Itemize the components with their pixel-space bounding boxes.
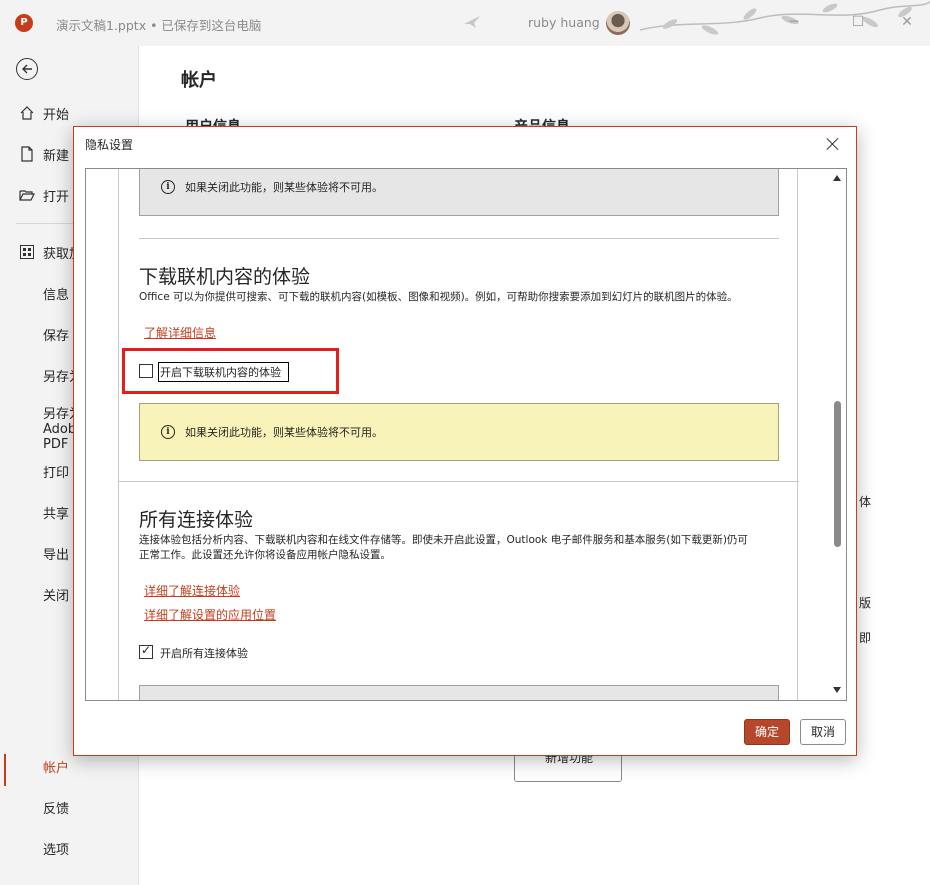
ok-button[interactable]: 确定	[744, 719, 790, 745]
minimize-icon[interactable]: ─	[784, 12, 804, 32]
info-box-warning: i 如果关闭此功能，则某些体验将不可用。	[139, 403, 779, 461]
info-box-bottom	[139, 685, 779, 700]
cancel-button[interactable]: 取消	[800, 719, 846, 745]
scroll-up-icon[interactable]	[833, 175, 841, 181]
scrollbar-thumb[interactable]	[834, 401, 841, 547]
connected-experiences-checkbox[interactable]	[139, 643, 153, 659]
background-text-fragment: 体	[859, 495, 872, 509]
sidebar-item-feedback[interactable]: 反馈	[0, 791, 139, 823]
sidebar-item-label: 关闭	[43, 589, 70, 604]
sidebar-item-label: 导出	[43, 548, 70, 563]
restore-icon[interactable]: ☐	[848, 12, 868, 32]
sidebar-item-label: 共享	[43, 507, 70, 522]
dialog-title: 隐私设置	[85, 138, 134, 152]
scroll-down-icon[interactable]	[833, 687, 841, 693]
connected-section-heading: 所有连接体验	[139, 509, 254, 531]
user-avatar[interactable]	[606, 11, 630, 35]
open-folder-icon	[19, 190, 35, 201]
addins-icon	[20, 245, 34, 259]
connected-experiences-checkbox-label[interactable]: 开启所有连接体验	[160, 645, 248, 661]
download-section-description: Office 可以为你提供可搜索、可下载的联机内容(如模板、图像和视频)。例如，…	[139, 291, 738, 303]
sidebar-item-label: 选项	[43, 843, 70, 858]
bird-icon	[464, 16, 480, 28]
close-window-icon[interactable]: ✕	[897, 12, 917, 32]
new-document-icon	[21, 146, 33, 162]
background-text-fragment: 版	[859, 596, 872, 610]
settings-scope-link[interactable]: 详细了解设置的应用位置	[144, 606, 276, 623]
sidebar-item-label: 帐户	[43, 761, 70, 776]
info-icon: i	[161, 180, 175, 194]
document-title: 演示文稿1.pptx • 已保存到这台电脑	[56, 18, 262, 33]
vertical-scrollbar[interactable]	[829, 169, 846, 700]
sidebar-item-label: 保存	[43, 329, 70, 344]
connected-experiences-link[interactable]: 详细了解连接体验	[144, 582, 240, 599]
section-divider	[139, 238, 779, 239]
sidebar-item-label: 开始	[43, 108, 70, 123]
sidebar-item-label: 反馈	[43, 802, 70, 817]
sidebar-item-options[interactable]: 选项	[0, 832, 139, 864]
info-icon: i	[161, 425, 175, 439]
learn-more-link[interactable]: 了解详细信息	[144, 324, 216, 341]
info-box-top: i 如果关闭此功能，则某些体验将不可用。	[139, 169, 779, 216]
privacy-settings-dialog: 隐私设置 i 如果关闭此功能，则某些体验将不可用。 下载联机内容的体验 Offi…	[73, 126, 857, 756]
connected-section-description-line2: 正常工作。此设置还允许你将设备应用帐户隐私设置。	[139, 549, 391, 561]
sidebar-item-home[interactable]: 开始	[0, 97, 139, 129]
connected-section-description-line1: 连接体验包括分析内容、下载联机内容和在线文件存储等。即使未开启此设置，Outlo…	[139, 534, 748, 546]
page-title: 帐户	[181, 70, 217, 91]
back-arrow-icon[interactable]	[16, 58, 38, 80]
section-divider	[119, 481, 799, 482]
info-text: 如果关闭此功能，则某些体验将不可用。	[185, 181, 383, 194]
annotation-highlight-box	[122, 348, 339, 394]
background-text-fragment: 即	[859, 631, 872, 645]
info-text: 如果关闭此功能，则某些体验将不可用。	[185, 426, 383, 439]
home-icon	[20, 106, 34, 120]
download-section-heading: 下载联机内容的体验	[139, 266, 311, 288]
powerpoint-logo-icon: P	[15, 14, 33, 32]
dialog-scroll-area[interactable]: i 如果关闭此功能，则某些体验将不可用。 下载联机内容的体验 Office 可以…	[85, 168, 847, 701]
user-name[interactable]: ruby huang	[528, 15, 600, 30]
close-icon[interactable]	[824, 135, 842, 153]
title-bar: P 演示文稿1.pptx • 已保存到这台电脑 ruby huang ─ ☐ ✕	[0, 0, 930, 46]
settings-panel: i 如果关闭此功能，则某些体验将不可用。 下载联机内容的体验 Office 可以…	[118, 169, 799, 700]
sidebar-item-label: 打印	[43, 466, 70, 481]
sidebar-item-label: 新建	[43, 149, 70, 164]
sidebar-item-label: 信息	[43, 288, 70, 303]
sidebar-item-label: 打开	[43, 190, 70, 205]
